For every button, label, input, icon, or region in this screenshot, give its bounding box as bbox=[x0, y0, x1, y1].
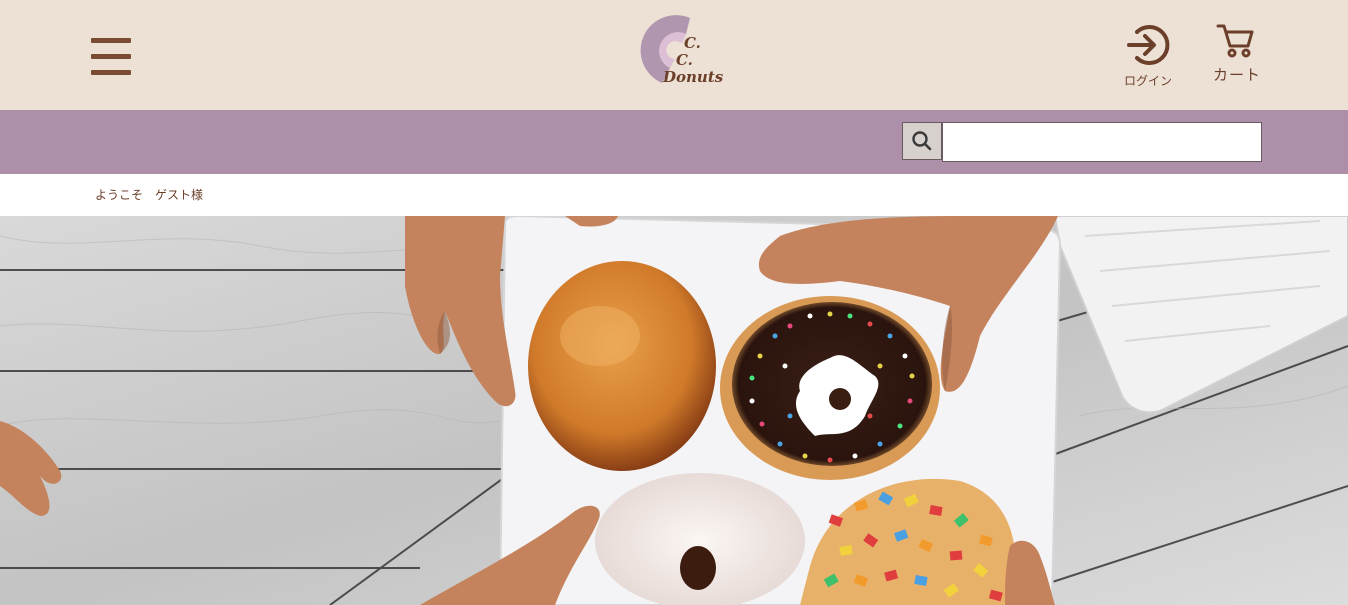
menu-bar bbox=[91, 70, 131, 75]
search-icon bbox=[912, 131, 932, 151]
search-button[interactable] bbox=[902, 122, 942, 160]
logo-line-1: C. bbox=[684, 34, 701, 52]
cart-label: カート bbox=[1212, 66, 1261, 84]
hero-image bbox=[0, 216, 1348, 605]
cart-button[interactable]: カート bbox=[1208, 22, 1266, 86]
site-header: C. C. Donuts ログイン カート bbox=[0, 0, 1348, 110]
menu-bar bbox=[91, 38, 131, 43]
login-arrow-circle-icon bbox=[1127, 25, 1170, 65]
login-button[interactable]: ログイン bbox=[1120, 22, 1174, 88]
hamburger-menu-icon[interactable] bbox=[91, 38, 131, 78]
logo-line-3: Donuts bbox=[663, 68, 724, 86]
welcome-message: ようこそ ゲスト様 bbox=[95, 188, 204, 202]
search-input[interactable] bbox=[942, 122, 1262, 162]
logo-line-2: C. bbox=[676, 51, 693, 69]
login-label: ログイン bbox=[1123, 74, 1172, 88]
donuts-on-plate-hero-image bbox=[0, 216, 1348, 605]
search-bar-band bbox=[0, 110, 1348, 174]
site-logo[interactable]: C. C. Donuts bbox=[634, 14, 724, 88]
menu-bar bbox=[91, 54, 131, 59]
cart-icon bbox=[1216, 24, 1254, 58]
